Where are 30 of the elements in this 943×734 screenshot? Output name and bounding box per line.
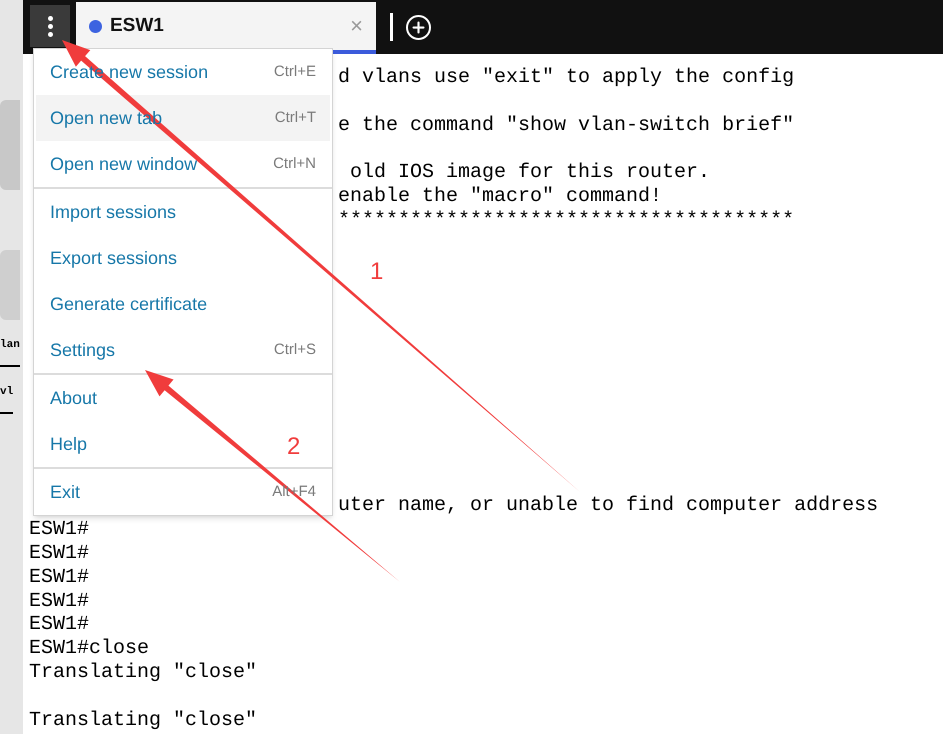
- terminal-line: Translating ″close″: [29, 660, 258, 684]
- terminal-line: ESW1#: [29, 613, 90, 636]
- kebab-icon: [48, 16, 52, 36]
- terminal-line: ESW1#: [29, 566, 90, 589]
- menu-button[interactable]: [30, 5, 70, 47]
- new-tab-button[interactable]: [406, 14, 431, 40]
- device-label: lan: [0, 340, 20, 367]
- shortcut-label: Ctrl+T: [274, 108, 316, 128]
- close-button[interactable]: ×: [350, 15, 363, 37]
- terminal-line: uter name, or unable to find computer address: [338, 494, 878, 518]
- session-tab[interactable]: ESW1 ×: [76, 2, 376, 54]
- terminal-line: ESW1#: [29, 542, 90, 565]
- terminal-line: d vlans use ″exit″ to apply the config: [338, 66, 794, 89]
- terminal-line: ESW1#close: [29, 637, 150, 660]
- shortcut-label: Ctrl+E: [274, 62, 316, 82]
- tab-separator: [390, 13, 393, 41]
- terminal-line: enable the ″macro″ command!: [338, 184, 662, 208]
- tab-title: ESW1: [110, 14, 164, 38]
- annotation-number: 2: [287, 435, 300, 459]
- terminal-line: ESW1#: [29, 518, 90, 542]
- terminal-line: Translating ″close″: [29, 708, 258, 732]
- shortcut-label: Ctrl+N: [273, 154, 316, 174]
- device-label: vl: [0, 387, 14, 414]
- terminal-line: e the command ″show vlan-switch brief″: [338, 114, 794, 137]
- shortcut-label: Ctrl+S: [274, 340, 316, 360]
- terminal-line: **************************************: [338, 208, 794, 232]
- terminal-line: old IOS image for this router.: [349, 161, 710, 184]
- terminal-line: ESW1#: [29, 590, 90, 613]
- plus-icon: [410, 18, 427, 36]
- annotation-number: 1: [370, 260, 384, 284]
